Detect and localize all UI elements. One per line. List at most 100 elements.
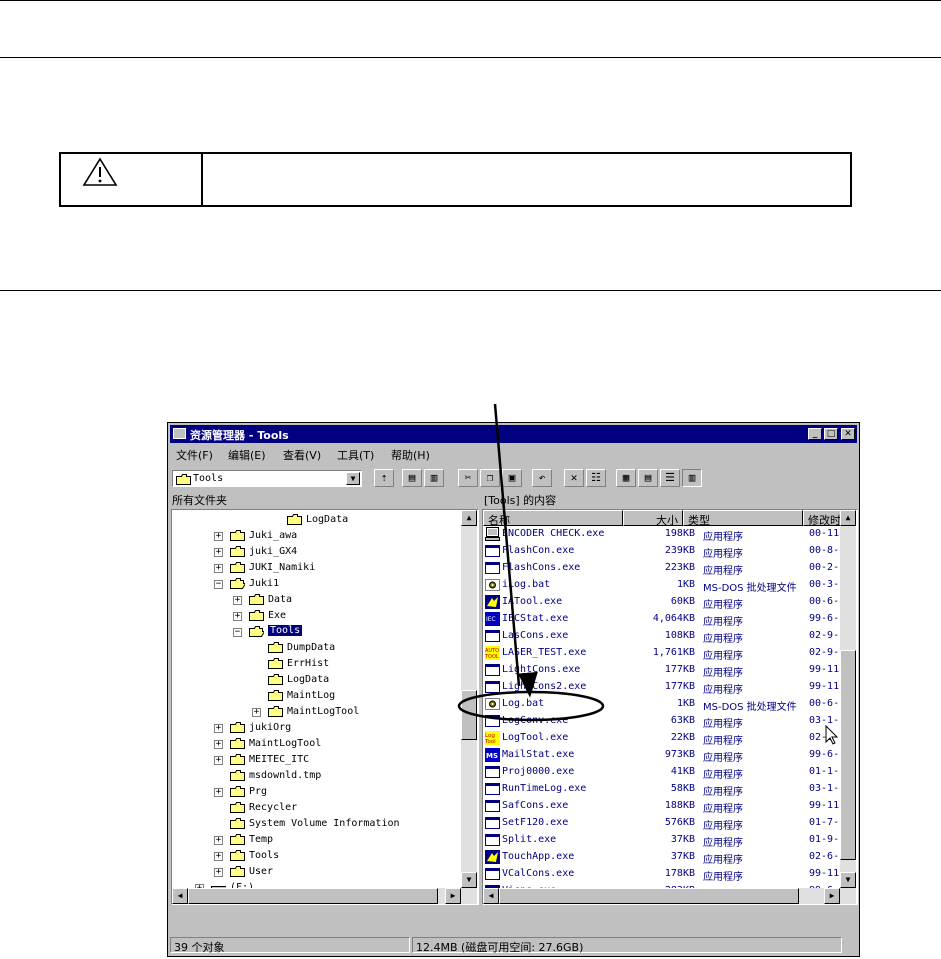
- tree-item[interactable]: msdownld.tmp: [172, 768, 457, 784]
- file-row[interactable]: Proj0000.exe 41KB 应用程序 01-1-: [483, 764, 843, 781]
- tree-hscrollbar[interactable]: ◀ ▶: [172, 888, 477, 904]
- tree-item[interactable]: + Juki_awa: [172, 528, 457, 544]
- list-hscrollbar[interactable]: ◀ ▶: [483, 888, 856, 904]
- tree-scrollbar[interactable]: ▲ ▼: [461, 510, 477, 888]
- maximize-button[interactable]: □: [824, 428, 838, 440]
- file-row[interactable]: LightCons.exe 177KB 应用程序 99-11: [483, 662, 843, 679]
- file-row[interactable]: iLog.bat 1KB MS-DOS 批处理文件 00-3-: [483, 577, 843, 594]
- tree-item[interactable]: + juki_GX4: [172, 544, 457, 560]
- menu-view[interactable]: 查看(V): [283, 447, 321, 463]
- file-row[interactable]: SafCons.exe 188KB 应用程序 99-11: [483, 798, 843, 815]
- file-row[interactable]: Log.bat 1KB MS-DOS 批处理文件 00-6-: [483, 696, 843, 713]
- scroll-right-button[interactable]: ▶: [445, 888, 461, 904]
- column-type[interactable]: 类型: [683, 510, 803, 527]
- file-row[interactable]: ENCODER CHECK.exe 198KB 应用程序 00-11: [483, 526, 843, 543]
- tree-item[interactable]: + Exe: [172, 608, 457, 624]
- details-view-button[interactable]: ▥: [682, 469, 702, 487]
- tree-item[interactable]: + MEITEC_ITC: [172, 752, 457, 768]
- paste-button[interactable]: ▣: [502, 469, 522, 487]
- list-scroll-right-button[interactable]: ▶: [824, 888, 840, 904]
- up-folder-button[interactable]: ⇡: [374, 469, 394, 487]
- file-row[interactable]: AUTO TOOL LASER_TEST.exe 1,761KB 应用程序 02-9-: [483, 645, 843, 662]
- tree-item[interactable]: + MaintLogTool: [172, 704, 457, 720]
- list-view-button[interactable]: ☰: [660, 469, 680, 487]
- expand-icon[interactable]: +: [214, 788, 223, 797]
- properties-button[interactable]: ☷: [586, 469, 606, 487]
- expand-icon[interactable]: +: [252, 708, 261, 717]
- scroll-down-button[interactable]: ▼: [461, 872, 477, 888]
- file-row[interactable]: LogConv.exe 63KB 应用程序 03-1-: [483, 713, 843, 730]
- column-size[interactable]: 大小: [623, 510, 683, 527]
- menu-help[interactable]: 帮助(H): [391, 447, 430, 463]
- tree-hscroll-thumb[interactable]: [188, 888, 438, 904]
- tree-item[interactable]: + Temp: [172, 832, 457, 848]
- file-row[interactable]: SetF120.exe 576KB 应用程序 01-7-: [483, 815, 843, 832]
- expand-icon[interactable]: +: [214, 564, 223, 573]
- collapse-icon[interactable]: −: [214, 580, 223, 589]
- scroll-left-button[interactable]: ◀: [172, 888, 188, 904]
- tree-item[interactable]: + Prg: [172, 784, 457, 800]
- minimize-button[interactable]: _: [808, 428, 822, 440]
- tree-item[interactable]: + JUKI_Namiki: [172, 560, 457, 576]
- list-hscroll-thumb[interactable]: [499, 888, 799, 904]
- expand-icon[interactable]: +: [214, 740, 223, 749]
- tree-item[interactable]: − Tools: [172, 624, 457, 640]
- tree-item[interactable]: + Data: [172, 592, 457, 608]
- menu-file[interactable]: 文件(F): [176, 447, 213, 463]
- file-row[interactable]: Split.exe 37KB 应用程序 01-9-: [483, 832, 843, 849]
- tree-item[interactable]: + User: [172, 864, 457, 880]
- disconnect-drive-button[interactable]: ▥: [424, 469, 444, 487]
- expand-icon[interactable]: +: [214, 548, 223, 557]
- file-row[interactable]: FlashCons.exe 223KB 应用程序 00-2-: [483, 560, 843, 577]
- menu-edit[interactable]: 编辑(E): [228, 447, 266, 463]
- menu-tools[interactable]: 工具(T): [337, 447, 374, 463]
- tree-item[interactable]: LogData: [172, 672, 457, 688]
- file-row[interactable]: MS MailStat.exe 973KB 应用程序 99-6-: [483, 747, 843, 764]
- expand-icon[interactable]: +: [214, 852, 223, 861]
- column-modified[interactable]: 修改时: [803, 510, 843, 526]
- expand-icon[interactable]: +: [233, 612, 242, 621]
- tree-item[interactable]: Recycler: [172, 800, 457, 816]
- small-icons-button[interactable]: ▤: [638, 469, 658, 487]
- file-row[interactable]: TouchApp.exe 37KB 应用程序 02-6-: [483, 849, 843, 866]
- tree-item[interactable]: System Volume Information: [172, 816, 457, 832]
- collapse-icon[interactable]: −: [233, 628, 242, 637]
- title-bar[interactable]: 资源管理器 - Tools _ □ ✕: [170, 425, 857, 443]
- file-list[interactable]: 名称 大小 类型 修改时 ENCODER CHECK.exe 198KB 应用程序 0…: [482, 509, 858, 905]
- file-row[interactable]: LasCons.exe 108KB 应用程序 02-9-: [483, 628, 843, 645]
- tree-item[interactable]: + jukiOrg: [172, 720, 457, 736]
- list-scroll-down-button[interactable]: ▼: [840, 872, 856, 888]
- expand-icon[interactable]: +: [214, 836, 223, 845]
- expand-icon[interactable]: +: [214, 868, 223, 877]
- file-row[interactable]: FlashCon.exe 239KB 应用程序 00-8-: [483, 543, 843, 560]
- file-row[interactable]: RunTimeLog.exe 58KB 应用程序 03-1-: [483, 781, 843, 798]
- folder-tree[interactable]: +WinNTJpn (G:)+(F:)+User+Tools+TempSyste…: [171, 509, 479, 905]
- tree-item[interactable]: LogData: [172, 512, 457, 528]
- tree-item[interactable]: + Tools: [172, 848, 457, 864]
- column-name[interactable]: 名称: [483, 510, 623, 527]
- copy-button[interactable]: ❐: [480, 469, 500, 487]
- map-drive-button[interactable]: ▤: [402, 469, 422, 487]
- list-scrollbar[interactable]: ▲ ▼: [840, 510, 856, 888]
- file-row[interactable]: IATool.exe 60KB 应用程序 00-6-: [483, 594, 843, 611]
- tree-item[interactable]: − Juki1: [172, 576, 457, 592]
- tree-item[interactable]: ErrHist: [172, 656, 457, 672]
- tree-item[interactable]: DumpData: [172, 640, 457, 656]
- delete-button[interactable]: ✕: [564, 469, 584, 487]
- tree-scroll-thumb[interactable]: [461, 690, 477, 740]
- tree-item[interactable]: + MaintLogTool: [172, 736, 457, 752]
- scroll-up-button[interactable]: ▲: [461, 510, 477, 526]
- file-row[interactable]: VCalCons.exe 178KB 应用程序 99-11: [483, 866, 843, 883]
- chevron-down-icon[interactable]: ▼: [346, 472, 360, 485]
- large-icons-button[interactable]: ▦: [616, 469, 636, 487]
- list-scroll-up-button[interactable]: ▲: [840, 510, 856, 526]
- close-button[interactable]: ✕: [841, 428, 855, 440]
- undo-button[interactable]: ↶: [532, 469, 552, 487]
- expand-icon[interactable]: +: [214, 532, 223, 541]
- cut-button[interactable]: ✂: [458, 469, 478, 487]
- tree-item[interactable]: MaintLog: [172, 688, 457, 704]
- expand-icon[interactable]: +: [214, 756, 223, 765]
- address-combo[interactable]: Tools ▼: [172, 470, 362, 487]
- expand-icon[interactable]: +: [214, 724, 223, 733]
- list-scroll-thumb[interactable]: [840, 650, 856, 860]
